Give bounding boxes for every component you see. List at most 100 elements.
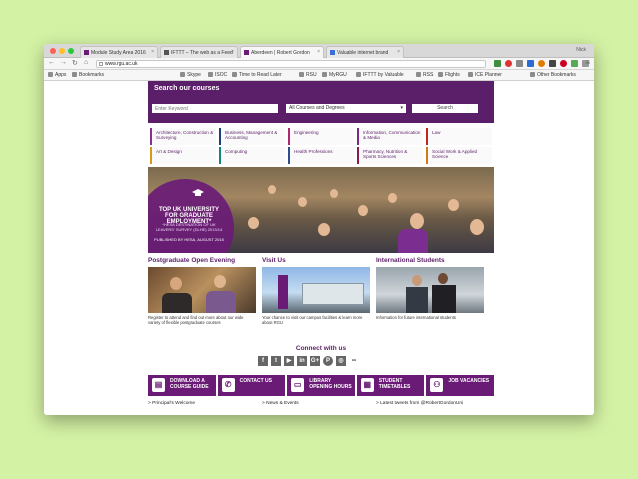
- subject-link[interactable]: Engineering: [288, 128, 354, 145]
- course-guide-button[interactable]: ▤ DOWNLOAD A COURSE GUIDE: [148, 375, 216, 396]
- job-vacancies-button[interactable]: ⚇ JOB VACANCIES: [426, 375, 494, 396]
- subject-link[interactable]: Pharmacy, Nutrition & Sports Sciences: [357, 147, 423, 164]
- tab-rgu[interactable]: Aberdeen | Robert Gordon ×: [240, 46, 324, 58]
- extension-red-icon[interactable]: [505, 60, 512, 67]
- bookmark-item[interactable]: MyRGU: [322, 72, 347, 78]
- quick-links: ▤ DOWNLOAD A COURSE GUIDE ✆ CONTACT US ▭…: [148, 375, 494, 396]
- extension-orange-icon[interactable]: [538, 60, 545, 67]
- phone-icon: ✆: [221, 378, 235, 392]
- promo-image-visit-us[interactable]: [262, 267, 370, 313]
- book-icon: ▭: [291, 378, 305, 392]
- latest-tweets-link[interactable]: > Latest tweets from @RobertGordonUni: [376, 401, 463, 406]
- window-controls: [50, 48, 74, 54]
- forward-icon[interactable]: →: [60, 59, 67, 66]
- photo-detail: [206, 291, 236, 313]
- extension-green-icon[interactable]: [494, 60, 501, 67]
- google-plus-icon[interactable]: G+: [310, 356, 320, 366]
- photo-detail: [302, 283, 364, 305]
- close-tab-icon[interactable]: ×: [151, 49, 154, 55]
- library-hours-button[interactable]: ▭ LIBRARY OPENING HOURS: [287, 375, 355, 396]
- bookmark-item[interactable]: ISOC: [208, 72, 227, 78]
- principals-welcome-link[interactable]: > Principal's Welcome: [148, 401, 195, 406]
- quick-link-label: CONTACT US: [239, 378, 272, 384]
- bookmark-item[interactable]: Flights: [438, 72, 460, 78]
- subject-grid: Architecture, Construction & Surveying B…: [150, 128, 492, 164]
- bookmark-item[interactable]: Time to Read Later: [232, 72, 282, 78]
- extension-grey-icon[interactable]: [516, 60, 523, 67]
- subject-link[interactable]: Art & Design: [150, 147, 216, 164]
- photo-detail: [162, 293, 192, 313]
- browser-toolbar: ← → ↻ ⌂ www.rgu.ac.uk ≡: [44, 58, 594, 70]
- menu-icon[interactable]: ≡: [585, 58, 590, 67]
- promo-image-international[interactable]: [376, 267, 484, 313]
- quick-link-label: JOB VACANCIES: [448, 378, 490, 384]
- bookmark-item[interactable]: Other Bookmarks: [530, 72, 576, 78]
- profile-name[interactable]: Nick: [576, 47, 586, 53]
- bookmark-item[interactable]: Bookmarks: [72, 72, 104, 78]
- close-tab-icon[interactable]: ×: [397, 49, 400, 55]
- subject-link[interactable]: Social Work & Applied Science: [426, 147, 492, 164]
- tab-ifttt[interactable]: IFTTT – The web as a Feed ×: [160, 46, 238, 58]
- hero-photo-detail: [248, 217, 259, 229]
- bookmark-item[interactable]: RSS: [416, 72, 433, 78]
- subject-link[interactable]: Computing: [219, 147, 285, 164]
- reload-icon[interactable]: ↻: [72, 59, 78, 67]
- photo-detail: [278, 275, 288, 309]
- timetables-button[interactable]: ▦ STUDENT TIMETABLES: [356, 375, 425, 396]
- zoom-window-button[interactable]: [68, 48, 74, 54]
- extension-opera-icon[interactable]: [560, 60, 567, 67]
- subject-link[interactable]: Architecture, Construction & Surveying: [150, 128, 216, 145]
- bookmark-item[interactable]: ICE Planner: [468, 72, 502, 78]
- keyword-input[interactable]: [152, 104, 278, 113]
- news-events-link[interactable]: > News & Events: [262, 401, 299, 406]
- social-links: f t ▶ in G+ P ◎ ••: [258, 356, 359, 366]
- search-button[interactable]: Search: [412, 104, 478, 113]
- subject-link[interactable]: Information, Communication & Media: [357, 128, 423, 145]
- pinterest-icon[interactable]: P: [323, 356, 333, 366]
- bookmark-item[interactable]: Skype: [180, 72, 201, 78]
- linkedin-icon[interactable]: in: [297, 356, 307, 366]
- tab-valuable[interactable]: Valuable internet brand ×: [326, 46, 404, 58]
- bookmark-item[interactable]: IFTTT by Valuable: [356, 72, 404, 78]
- tab-module-study[interactable]: Module Study Area 2016 ×: [80, 46, 158, 58]
- promo-caption: Information for future international stu…: [376, 315, 456, 320]
- instagram-icon[interactable]: ◎: [336, 356, 346, 366]
- promo-title[interactable]: Postgraduate Open Evening: [148, 257, 235, 264]
- page-info-icon[interactable]: [99, 62, 103, 66]
- calendar-icon: ▦: [360, 378, 374, 392]
- extension-blue-icon[interactable]: [527, 60, 534, 67]
- youtube-icon[interactable]: ▶: [284, 356, 294, 366]
- tab-favicon: [164, 50, 169, 55]
- extension-dark-icon[interactable]: [549, 60, 556, 67]
- subject-link[interactable]: Law: [426, 128, 492, 145]
- hero-banner[interactable]: TOP UK UNIVERSITY FOR GRADUATE EMPLOYMEN…: [148, 167, 494, 253]
- close-tab-icon[interactable]: ×: [231, 49, 234, 55]
- close-tab-icon[interactable]: ×: [317, 49, 320, 55]
- extension-evernote-icon[interactable]: [571, 60, 578, 67]
- bookmark-item[interactable]: RSU: [299, 72, 317, 78]
- browser-window: Module Study Area 2016 × IFTTT – The web…: [44, 44, 594, 415]
- chevron-down-icon: ▾: [400, 105, 403, 111]
- twitter-icon[interactable]: t: [271, 356, 281, 366]
- contact-us-button[interactable]: ✆ CONTACT US: [217, 375, 286, 396]
- course-type-select[interactable]: All Courses and Degrees ▾: [286, 104, 406, 113]
- back-icon[interactable]: ←: [48, 59, 55, 66]
- hero-photo-detail: [448, 199, 459, 211]
- graduation-cap-icon: [192, 189, 204, 196]
- address-bar[interactable]: www.rgu.ac.uk: [96, 60, 486, 68]
- facebook-icon[interactable]: f: [258, 356, 268, 366]
- close-window-button[interactable]: [50, 48, 56, 54]
- promo-title[interactable]: Visit Us: [262, 257, 286, 264]
- search-title: Search our courses: [154, 85, 220, 92]
- promo-title[interactable]: International Students: [376, 257, 445, 264]
- flickr-icon[interactable]: ••: [349, 356, 359, 366]
- home-icon[interactable]: ⌂: [84, 59, 88, 66]
- minimize-window-button[interactable]: [59, 48, 65, 54]
- bookmark-item[interactable]: Apps: [48, 72, 66, 78]
- extension-icons: [494, 60, 589, 67]
- quick-link-label: DOWNLOAD A COURSE GUIDE: [170, 378, 209, 390]
- subject-link[interactable]: Business, Management & Accounting: [219, 128, 285, 145]
- quick-link-label: STUDENT TIMETABLES: [378, 378, 411, 390]
- subject-link[interactable]: Health Professions: [288, 147, 354, 164]
- promo-image-open-evening[interactable]: [148, 267, 256, 313]
